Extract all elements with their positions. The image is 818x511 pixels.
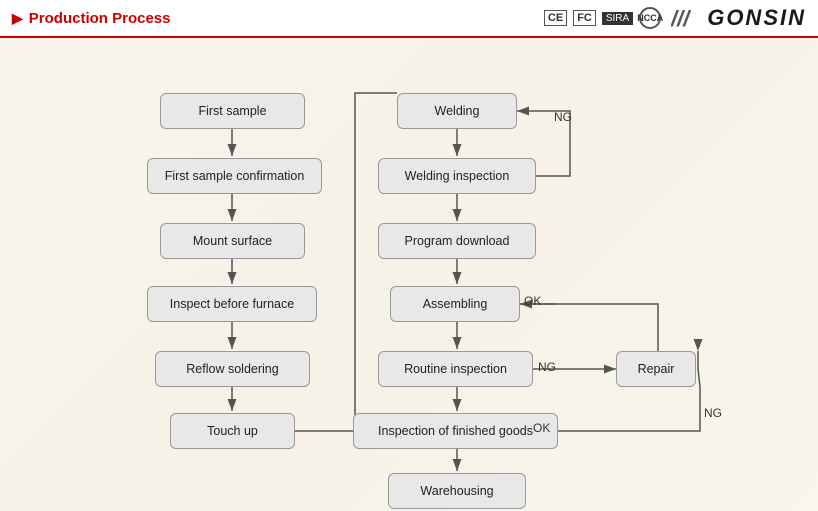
ce-badge: CE (544, 10, 567, 26)
welding-inspection-box: Welding inspection (378, 158, 536, 194)
gonsin-logo: /// GONSIN (671, 4, 806, 32)
header-right: CE FC SIRA NCCA /// GONSIN (544, 4, 806, 32)
ok2-label: OK (533, 421, 550, 435)
first-sample-box: First sample (160, 93, 305, 129)
logo-text: GONSIN (707, 5, 806, 31)
cert-badges: CE FC SIRA NCCA (544, 7, 661, 29)
welding-box: Welding (397, 93, 517, 129)
warehousing-box: Warehousing (388, 473, 526, 509)
ng3-label: NG (704, 406, 722, 420)
header: ▶ Production Process CE FC SIRA NCCA ///… (0, 0, 818, 38)
fc-badge: FC (573, 10, 596, 26)
main-content: First sample First sample confirmation M… (0, 38, 818, 511)
inspect-before-furnace-box: Inspect before furnace (147, 286, 317, 322)
repair-box: Repair (616, 351, 696, 387)
touch-up-box: Touch up (170, 413, 295, 449)
ncca-badge: NCCA (639, 7, 661, 29)
arrow-icon: ▶ (12, 10, 23, 27)
assembling-box: Assembling (390, 286, 520, 322)
header-left: ▶ Production Process (12, 10, 170, 27)
sira-badge: SIRA (602, 12, 633, 25)
logo-slashes-icon: /// (671, 4, 707, 32)
first-sample-confirmation-box: First sample confirmation (147, 158, 322, 194)
routine-inspection-box: Routine inspection (378, 351, 533, 387)
ng1-label: NG (554, 110, 572, 124)
ng2-label: NG (538, 360, 556, 374)
reflow-soldering-box: Reflow soldering (155, 351, 310, 387)
inspection-finished-goods-box: Inspection of finished goods (353, 413, 558, 449)
ok1-label: OK (524, 294, 541, 308)
page-title: Production Process (29, 10, 171, 27)
svg-text:///: /// (671, 6, 692, 31)
program-download-box: Program download (378, 223, 536, 259)
mount-surface-box: Mount surface (160, 223, 305, 259)
